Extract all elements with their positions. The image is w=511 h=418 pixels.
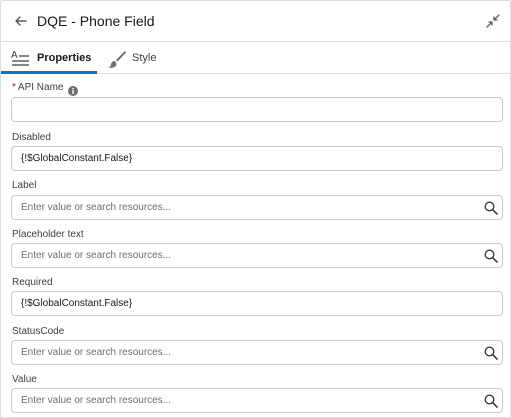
search-icon[interactable] [484,346,498,360]
tab-style[interactable]: Style [101,42,171,74]
svg-text:A: A [11,50,18,61]
placeholder-text-input[interactable]: Enter value or search resources... [11,243,503,268]
label-input[interactable]: Enter value or search resources... [11,195,503,220]
label-label: Label [12,180,37,191]
expand-icon[interactable] [485,13,501,29]
api-name-label: * API Name [12,82,63,93]
disabled-input[interactable]: {!$GlobalConstant.False} [11,146,503,171]
required-value: {!$GlobalConstant.False} [21,298,133,309]
status-code-input[interactable]: Enter value or search resources... [11,340,503,365]
label-placeholder: Enter value or search resources... [21,202,172,213]
search-icon[interactable] [484,201,498,215]
property-editor-panel: DQE - Phone Field A Properties Style * A… [0,0,511,418]
tab-style-label: Style [132,52,157,64]
required-input[interactable]: {!$GlobalConstant.False} [11,291,503,316]
value-input[interactable]: Enter value or search resources... [11,388,503,413]
info-icon[interactable] [68,83,78,96]
required-label: Required [12,277,53,288]
placeholder-text-label: Placeholder text [12,229,84,240]
tab-bar: A Properties Style [1,42,511,74]
status-code-label: StatusCode [12,326,65,337]
disabled-value: {!$GlobalConstant.False} [21,153,133,164]
value-label: Value [12,374,37,385]
panel-title: DQE - Phone Field [37,13,155,29]
back-arrow-icon[interactable] [12,12,30,30]
tab-properties-label: Properties [37,52,92,64]
required-indicator: * [12,82,16,93]
tab-properties[interactable]: A Properties [1,42,97,74]
brush-icon [107,49,127,74]
panel-header: DQE - Phone Field [1,1,511,42]
placeholder-text-placeholder: Enter value or search resources... [21,250,172,261]
api-name-label-text: API Name [17,82,64,93]
disabled-label: Disabled [12,132,51,143]
status-code-placeholder: Enter value or search resources... [21,347,172,358]
properties-icon: A [11,49,31,72]
search-icon[interactable] [484,394,498,408]
api-name-input[interactable] [11,97,503,122]
search-icon[interactable] [484,249,498,263]
value-placeholder: Enter value or search resources... [21,395,172,406]
